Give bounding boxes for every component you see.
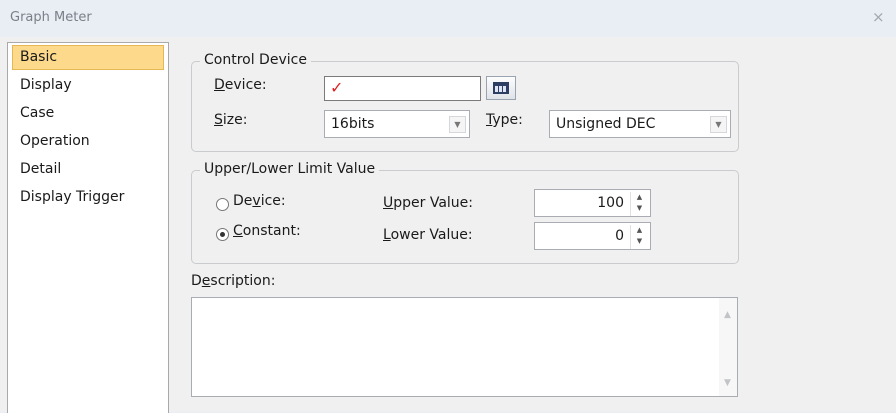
constant-radio[interactable] bbox=[216, 228, 229, 241]
vertical-scrollbar[interactable]: ▲ ▼ bbox=[719, 298, 737, 396]
size-label: Size: bbox=[214, 112, 248, 128]
type-value: Unsigned DEC bbox=[556, 116, 656, 132]
limit-value-legend: Upper/Lower Limit Value bbox=[200, 161, 380, 177]
sidebar-item-basic[interactable]: Basic bbox=[12, 45, 164, 70]
device-browse-button[interactable] bbox=[486, 76, 516, 100]
spin-buttons[interactable]: ▲ ▼ bbox=[630, 192, 648, 216]
sidebar-item-label: Display bbox=[20, 77, 72, 93]
sidebar-item-label: Case bbox=[20, 105, 55, 121]
description-textarea[interactable]: ▲ ▼ bbox=[191, 297, 738, 397]
close-icon[interactable]: × bbox=[872, 8, 885, 26]
lower-value-label: Lower Value: bbox=[383, 227, 473, 243]
red-check-icon: ✓ bbox=[330, 78, 344, 97]
sidebar-item-label: Basic bbox=[20, 49, 58, 65]
window-title: Graph Meter bbox=[10, 10, 92, 25]
scroll-up-icon[interactable]: ▲ bbox=[724, 310, 731, 320]
size-value: 16bits bbox=[331, 116, 375, 132]
device-input[interactable]: ✓ bbox=[324, 76, 481, 101]
type-label: Type: bbox=[486, 112, 523, 128]
type-select[interactable]: Unsigned DEC ▼ bbox=[549, 110, 731, 138]
sidebar-item-label: Detail bbox=[20, 161, 62, 177]
spin-up-icon[interactable]: ▲ bbox=[637, 193, 642, 201]
spin-up-icon[interactable]: ▲ bbox=[637, 226, 642, 234]
chevron-down-icon[interactable]: ▼ bbox=[449, 116, 466, 133]
scroll-down-icon[interactable]: ▼ bbox=[724, 378, 731, 388]
category-sidebar: Basic Display Case Operation Detail Disp… bbox=[7, 42, 169, 413]
sidebar-item-display[interactable]: Display bbox=[12, 73, 164, 98]
chevron-down-icon[interactable]: ▼ bbox=[710, 116, 727, 133]
sidebar-item-display-trigger[interactable]: Display Trigger bbox=[12, 185, 164, 210]
spin-down-icon[interactable]: ▼ bbox=[637, 204, 642, 212]
size-select[interactable]: 16bits ▼ bbox=[324, 110, 470, 138]
upper-value: 100 bbox=[597, 195, 624, 211]
description-label: Description: bbox=[191, 273, 276, 289]
spin-down-icon[interactable]: ▼ bbox=[637, 237, 642, 245]
upper-value-stepper[interactable]: 100 ▲ ▼ bbox=[534, 189, 651, 217]
constant-radio-label[interactable]: Constant: bbox=[233, 223, 301, 239]
sidebar-item-label: Display Trigger bbox=[20, 189, 125, 205]
sidebar-item-operation[interactable]: Operation bbox=[12, 129, 164, 154]
sidebar-item-detail[interactable]: Detail bbox=[12, 157, 164, 182]
sidebar-item-case[interactable]: Case bbox=[12, 101, 164, 126]
title-bar: Graph Meter × bbox=[0, 0, 896, 36]
lower-value: 0 bbox=[615, 228, 624, 244]
control-device-group bbox=[191, 61, 739, 152]
device-radio-label[interactable]: Device: bbox=[233, 193, 286, 209]
upper-value-label: Upper Value: bbox=[383, 195, 474, 211]
spin-buttons[interactable]: ▲ ▼ bbox=[630, 225, 648, 249]
device-label: Device: bbox=[214, 77, 267, 93]
device-radio[interactable] bbox=[216, 198, 229, 211]
limit-value-group bbox=[191, 170, 739, 264]
control-device-legend: Control Device bbox=[200, 52, 311, 68]
device-table-icon bbox=[493, 82, 509, 94]
lower-value-stepper[interactable]: 0 ▲ ▼ bbox=[534, 222, 651, 250]
sidebar-item-label: Operation bbox=[20, 133, 90, 149]
